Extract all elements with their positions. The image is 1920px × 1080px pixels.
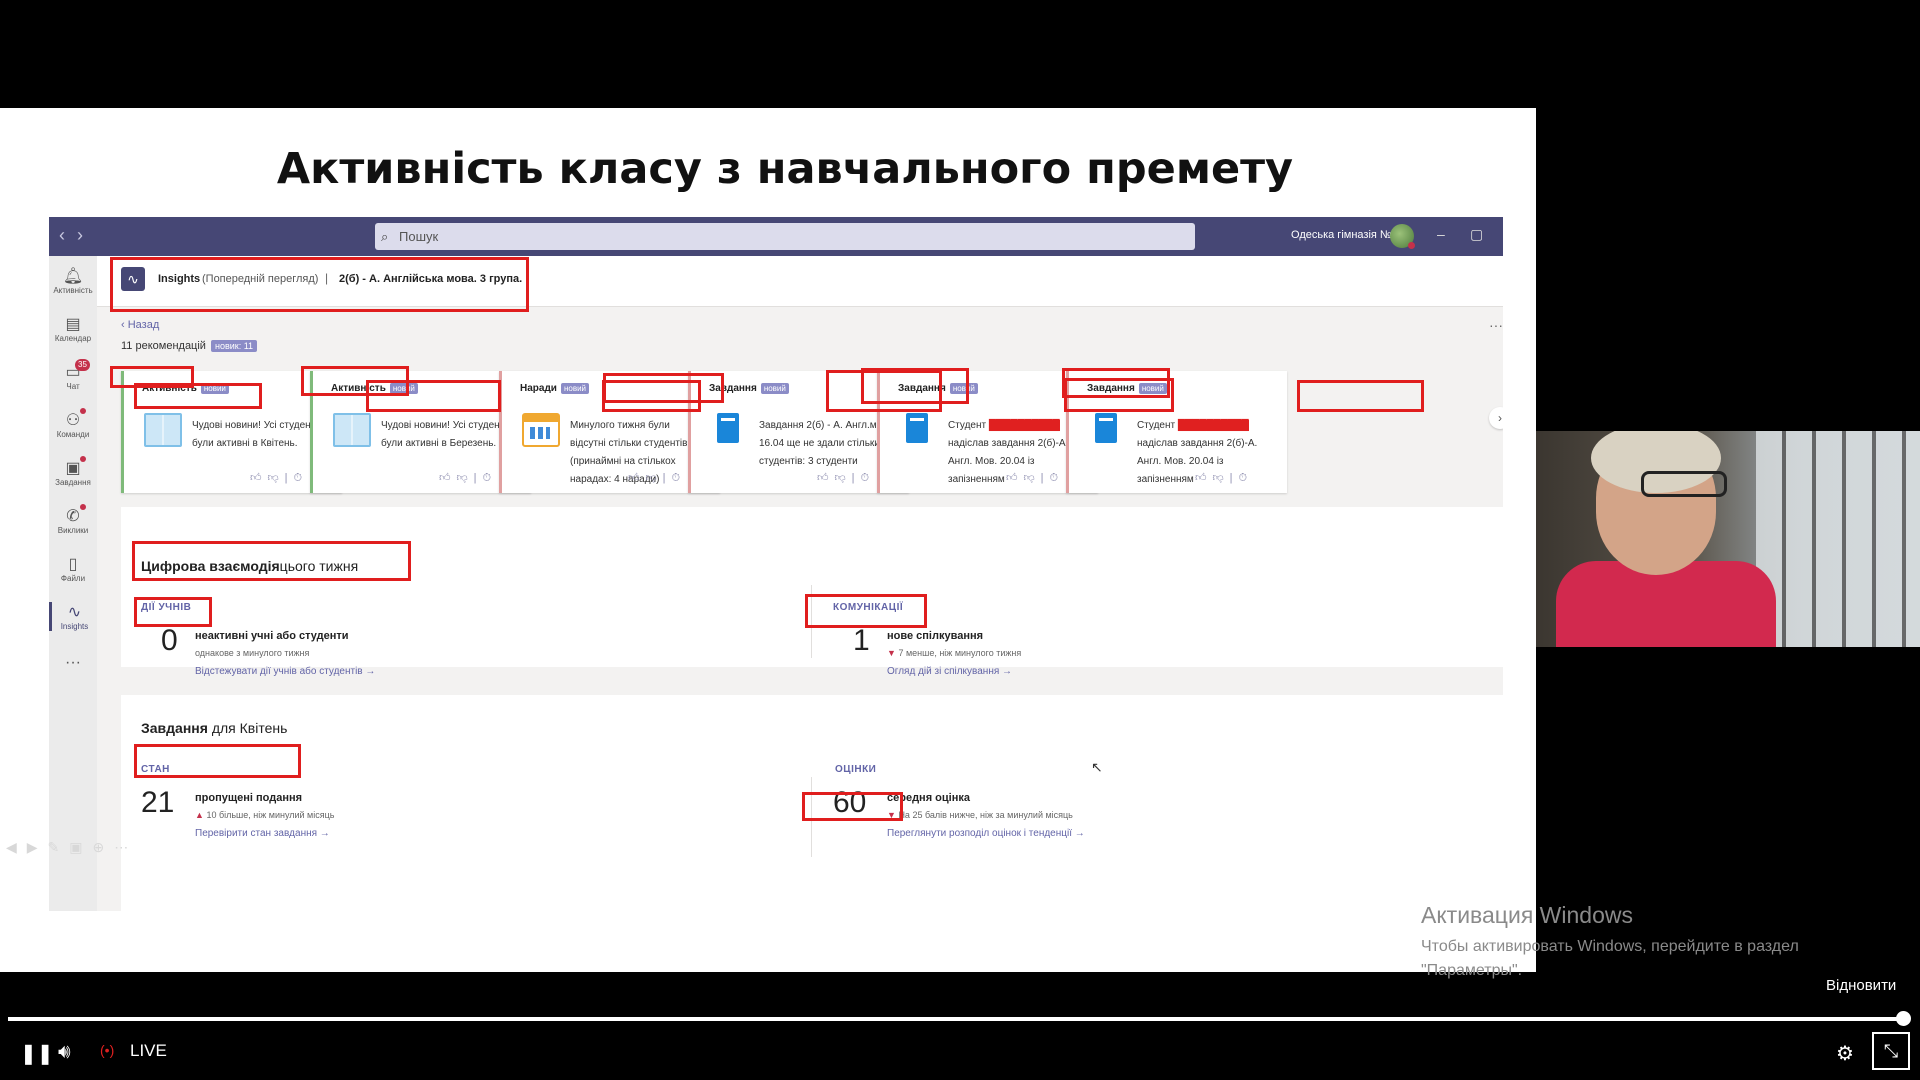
search-icon: ⌕ xyxy=(381,229,389,244)
highlight-box-grades xyxy=(802,792,903,821)
comms-sub: ▼ 7 менше, ніж минулого тижня xyxy=(887,648,1022,658)
assignment-doc-icon xyxy=(906,413,928,443)
avatar[interactable] xyxy=(1390,224,1415,249)
status-value: 21 xyxy=(141,786,175,819)
highlight-box-card-5 xyxy=(1064,378,1174,412)
rail-item-activity[interactable]: 🔔︎ Активність xyxy=(49,266,97,295)
teams-title-bar: ‹› ⌕ Пошук Одеська гімназія №7 – ▢ xyxy=(49,217,1503,256)
live-label: LIVE xyxy=(130,1041,167,1060)
highlight-box-assign xyxy=(134,744,301,778)
redacted-name: ██████████ xyxy=(1177,420,1249,431)
highlight-box-card-4 xyxy=(826,370,942,412)
comms-value: 1 xyxy=(853,624,870,657)
rail-item-calendar[interactable]: ▤ Календар xyxy=(49,314,97,343)
recommendations-count: 11 рекомендацій xyxy=(121,340,206,352)
card-text: Чудові новини! Усі студенти були активні… xyxy=(381,420,510,449)
calendar-grid-icon xyxy=(522,413,560,447)
teams-icon: ⚇ xyxy=(65,412,81,429)
card-actions[interactable]: 👍︎👎︎|⏱︎ xyxy=(817,471,875,485)
search-input[interactable]: ⌕ Пошук xyxy=(375,223,1195,250)
status-title: пропущені подання xyxy=(195,792,303,804)
files-icon: ▯ xyxy=(68,556,78,573)
students-link[interactable]: Відстежувати дії учнів або студентів → xyxy=(195,666,375,677)
restore-button[interactable]: ⤡ xyxy=(1872,1032,1910,1070)
status-sub: ▲ 10 більше, ніж минулий місяць xyxy=(195,810,335,820)
mouse-cursor-icon: ↖ xyxy=(1091,759,1103,775)
exit-fullscreen-icon: ⤡ xyxy=(1883,1041,1899,1061)
highlight-box-comms xyxy=(805,594,927,628)
more-options-icon[interactable]: ··· xyxy=(1489,317,1503,333)
player-controls xyxy=(0,1030,1920,1080)
chevron-right-icon[interactable]: › xyxy=(1489,407,1503,429)
assignment-doc-icon xyxy=(717,413,739,443)
highlight-box-digital xyxy=(132,541,411,581)
bell-icon: 🔔︎ xyxy=(62,268,84,285)
rail-item-chat[interactable]: ▭ 35 Чат xyxy=(49,359,97,391)
assignments-dot xyxy=(80,456,86,462)
card-actions[interactable]: 👍︎👎︎|⏱︎ xyxy=(1195,471,1253,485)
calendar-icon: ▤ xyxy=(65,316,81,333)
grades-link[interactable]: Переглянути розподіл оцінок і тенденції … xyxy=(887,828,1085,839)
pause-icon[interactable]: ❚❚ xyxy=(20,1041,54,1066)
back-link[interactable]: ‹ Назад xyxy=(121,319,159,331)
insights-icon: ∿ xyxy=(67,604,82,621)
highlight-box-card-1 xyxy=(134,383,262,409)
card-tag: Наради новий xyxy=(520,383,590,394)
students-value: 0 xyxy=(161,624,178,657)
grades-sub: ▼ На 25 балів нижче, ніж за минулий міся… xyxy=(887,810,1073,820)
slide-title: Активність класу з навчального премету xyxy=(276,144,1294,194)
slideshow-controls[interactable]: ◀▶✎▣⊕⋯ xyxy=(6,839,138,856)
redacted-name: ██████████ xyxy=(988,420,1060,431)
app-rail: 🔔︎ Активність ▤ Календар ▭ 35 Чат ⚇ Кома… xyxy=(49,256,97,911)
card-actions[interactable]: 👍︎👎︎|⏱︎ xyxy=(1006,471,1064,485)
highlight-box-card-2 xyxy=(366,380,501,412)
rail-item-teams[interactable]: ⚇ Команди xyxy=(49,408,97,439)
live-indicator-icon: (•) xyxy=(100,1042,115,1058)
rail-item-insights[interactable]: ∿ Insights xyxy=(49,602,97,631)
book-icon xyxy=(333,413,371,447)
minimize-icon[interactable]: – xyxy=(1437,226,1445,242)
highlight-box-header xyxy=(110,257,529,312)
highlight-box-card-6 xyxy=(1297,380,1424,412)
restore-tooltip: Відновити xyxy=(1826,977,1897,994)
presenter-video xyxy=(1536,431,1920,647)
digital-interaction-panel xyxy=(121,507,1503,667)
phone-icon: ✆ xyxy=(66,508,80,525)
comms-title: нове спілкування xyxy=(887,630,984,642)
new-count-badge: новик: 11 xyxy=(211,340,258,352)
calls-dot xyxy=(80,504,86,510)
search-placeholder: Пошук xyxy=(399,229,439,244)
rail-item-assignments[interactable]: ▣ Завдання xyxy=(49,456,97,487)
progress-bar[interactable] xyxy=(8,1017,1906,1021)
volume-icon[interactable]: 🔊︎ xyxy=(58,1041,71,1064)
card-actions[interactable]: 👍︎👎︎|⏱︎ xyxy=(439,471,497,485)
maximize-icon[interactable]: ▢ xyxy=(1470,226,1483,243)
card-actions[interactable]: 👍︎👎︎|⏱︎ xyxy=(250,471,308,485)
rail-item-files[interactable]: ▯ Файли xyxy=(49,554,97,583)
chat-badge: 35 xyxy=(75,359,90,371)
nav-arrows-icon[interactable]: ‹› xyxy=(59,225,95,246)
students-sub: однакове з минулого тижня xyxy=(195,648,310,658)
card-actions[interactable]: 👍︎👎︎|⏱︎ xyxy=(628,471,686,485)
card-text: Чудові новини! Усі студенти були активні… xyxy=(192,420,321,449)
card-text: Завдання 2(б) - А. Англ.мов. 16.04 ще не… xyxy=(759,420,891,467)
assignment-doc-icon xyxy=(1095,413,1117,443)
students-title: неактивні учні або студенти xyxy=(195,630,349,642)
progress-knob[interactable] xyxy=(1896,1011,1911,1026)
presentation-slide: Активність класу з навчального премету ‹… xyxy=(0,108,1536,972)
teams-dot xyxy=(80,408,86,414)
gear-icon[interactable]: ⚙ xyxy=(1836,1041,1854,1066)
highlight-box-card-3 xyxy=(602,380,701,412)
grades-label: ОЦІНКИ xyxy=(835,764,877,775)
windows-activation-watermark: Активация Windows Чтобы активировать Win… xyxy=(1421,902,1799,979)
rail-more-icon[interactable]: ··· xyxy=(49,654,97,674)
highlight-box-students xyxy=(134,597,212,627)
rail-item-calls[interactable]: ✆ Виклики xyxy=(49,504,97,535)
book-icon xyxy=(144,413,182,447)
org-name: Одеська гімназія №7 xyxy=(1291,229,1398,241)
status-link[interactable]: Перевірити стан завдання → xyxy=(195,828,330,839)
assignments-icon: ▣ xyxy=(65,460,81,477)
comms-link[interactable]: Огляд дій зі спілкування → xyxy=(887,666,1012,677)
assignments-title: Завдання для Квітень xyxy=(141,720,288,736)
